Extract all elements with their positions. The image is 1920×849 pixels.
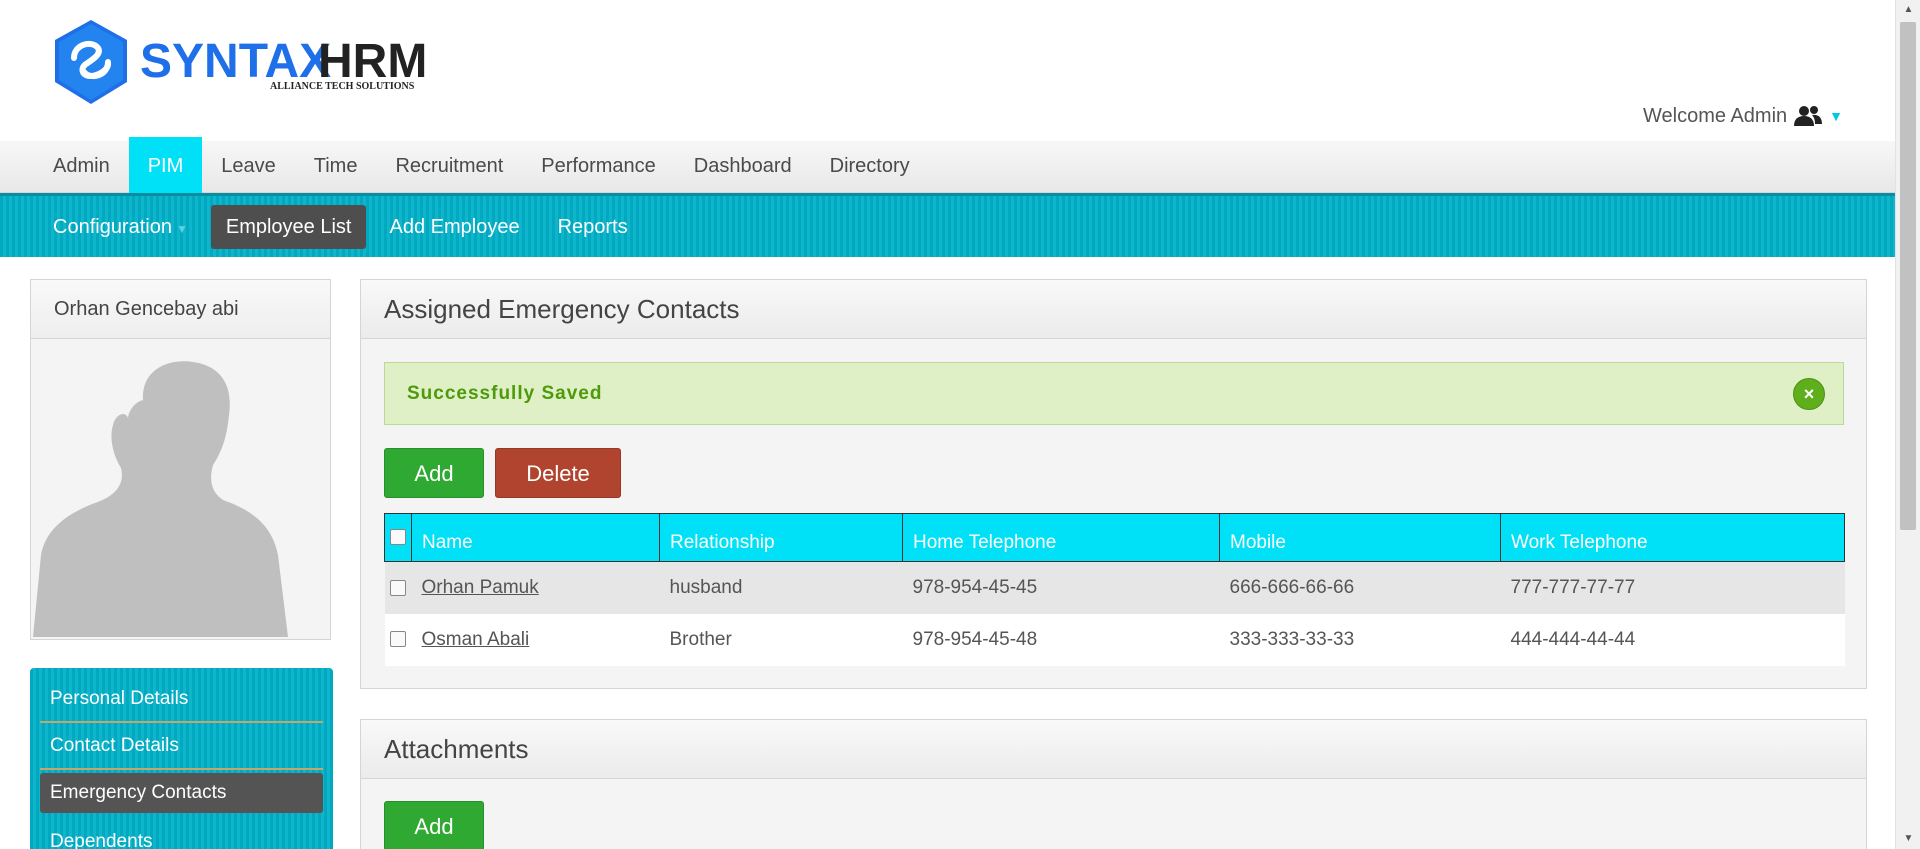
contact-relationship: husband	[669, 576, 743, 598]
column-header-work-telephone[interactable]: Work Telephone	[1500, 513, 1845, 562]
topnav-pim[interactable]: PIM	[128, 137, 203, 193]
subnav-configuration-label: Configuration	[53, 215, 172, 238]
emergency-contacts-title: Assigned Emergency Contacts	[361, 280, 1866, 339]
profile-card: Orhan Gencebay abi	[30, 279, 331, 640]
sidemenu-contact-details[interactable]: Contact Details	[40, 723, 323, 770]
contact-name-link[interactable]: Osman Abali	[422, 629, 530, 650]
scroll-up-arrow-icon[interactable]: ▲	[1896, 0, 1920, 20]
contact-name-cell: Osman Abali	[412, 614, 660, 666]
contact-home-telephone: 978-954-45-48	[912, 628, 1038, 650]
subnav-add-employee[interactable]: Add Employee	[374, 205, 534, 249]
sidemenu-dependents[interactable]: Dependents	[40, 819, 323, 849]
topnav-performance[interactable]: Performance	[522, 141, 675, 192]
contact-work-telephone: 444-444-44-44	[1510, 628, 1636, 650]
success-alert: Successfully Saved ×	[384, 362, 1844, 425]
contact-name-cell: Orhan Pamuk	[412, 562, 660, 614]
column-header-relationship[interactable]: Relationship	[659, 513, 903, 562]
table-row: Orhan Pamuk husband 978-954-45-45 666-66…	[384, 561, 1845, 614]
subnav-employee-list[interactable]: Employee List	[210, 204, 367, 249]
table-header-row: Name Relationship Home Telephone Mobile …	[384, 513, 1845, 562]
attachments-panel: Attachments Add	[360, 719, 1867, 849]
brand-logo[interactable]: SYNTAX HRM ALLIANCE TECH SOLUTIONS	[52, 18, 442, 108]
welcome-text: Welcome Admin	[1643, 104, 1788, 127]
success-message: Successfully Saved	[407, 383, 603, 404]
emergency-contacts-table: Name Relationship Home Telephone Mobile …	[384, 513, 1845, 666]
brand-tagline: ALLIANCE TECH SOLUTIONS	[270, 81, 415, 92]
add-contact-button[interactable]: Add	[384, 448, 484, 498]
contact-mobile: 666-666-66-66	[1229, 576, 1355, 598]
select-all-cell	[384, 513, 412, 562]
dropdown-arrow-icon: ▼	[175, 221, 188, 236]
add-attachment-button[interactable]: Add	[384, 801, 484, 849]
topnav-directory[interactable]: Directory	[811, 141, 929, 192]
topnav-leave[interactable]: Leave	[202, 141, 295, 192]
select-all-checkbox[interactable]	[390, 529, 406, 546]
page: SYNTAX HRM ALLIANCE TECH SOLUTIONS Welco…	[0, 0, 1895, 849]
topnav-time[interactable]: Time	[295, 141, 377, 192]
welcome-menu[interactable]: Welcome Admin ▼	[1643, 104, 1843, 128]
row-checkbox[interactable]	[390, 579, 406, 596]
subnav-configuration[interactable]: Configuration ▼	[38, 205, 203, 249]
delete-contact-button[interactable]: Delete	[495, 448, 621, 498]
column-header-name[interactable]: Name	[411, 513, 660, 562]
contact-work-telephone: 777-777-77-77	[1510, 576, 1636, 598]
close-alert-icon[interactable]: ×	[1793, 378, 1825, 410]
employee-side-menu: Personal Details Contact Details Emergen…	[30, 668, 333, 849]
row-checkbox[interactable]	[390, 631, 406, 648]
table-row: Osman Abali Brother 978-954-45-48 333-33…	[384, 613, 1845, 666]
header: SYNTAX HRM ALLIANCE TECH SOLUTIONS Welco…	[0, 0, 1895, 141]
row-select-cell	[385, 562, 412, 614]
subnav-reports[interactable]: Reports	[543, 205, 643, 249]
emergency-contacts-panel: Assigned Emergency Contacts Successfully…	[360, 279, 1867, 689]
logo-mark-icon: SYNTAX HRM ALLIANCE TECH SOLUTIONS	[55, 20, 427, 104]
top-nav: Admin PIM Leave Time Recruitment Perform…	[0, 137, 1895, 193]
sidemenu-personal-details[interactable]: Personal Details	[40, 676, 323, 723]
contact-home-telephone: 978-954-45-45	[912, 576, 1038, 598]
users-icon	[1794, 106, 1823, 126]
contact-name-link[interactable]: Orhan Pamuk	[422, 577, 539, 598]
scrollbar-thumb[interactable]	[1900, 22, 1916, 530]
sub-nav: Configuration ▼ Employee List Add Employe…	[0, 193, 1895, 257]
column-header-home-telephone[interactable]: Home Telephone	[902, 513, 1220, 562]
row-select-cell	[385, 614, 412, 666]
column-header-mobile[interactable]: Mobile	[1219, 513, 1501, 562]
caret-down-icon: ▼	[1829, 108, 1843, 124]
contact-mobile: 333-333-33-33	[1229, 628, 1355, 650]
topnav-recruitment[interactable]: Recruitment	[376, 141, 522, 192]
contact-relationship: Brother	[669, 628, 732, 650]
topnav-dashboard[interactable]: Dashboard	[675, 141, 811, 192]
employee-name: Orhan Gencebay abi	[31, 280, 330, 339]
sidemenu-emergency-contacts[interactable]: Emergency Contacts	[40, 773, 323, 813]
attachments-title: Attachments	[361, 720, 1866, 779]
page-scrollbar[interactable]: ▲ ▼	[1895, 0, 1920, 849]
profile-photo-placeholder-icon[interactable]	[33, 340, 328, 637]
scroll-down-arrow-icon[interactable]: ▼	[1896, 829, 1920, 849]
topnav-admin[interactable]: Admin	[34, 141, 129, 192]
